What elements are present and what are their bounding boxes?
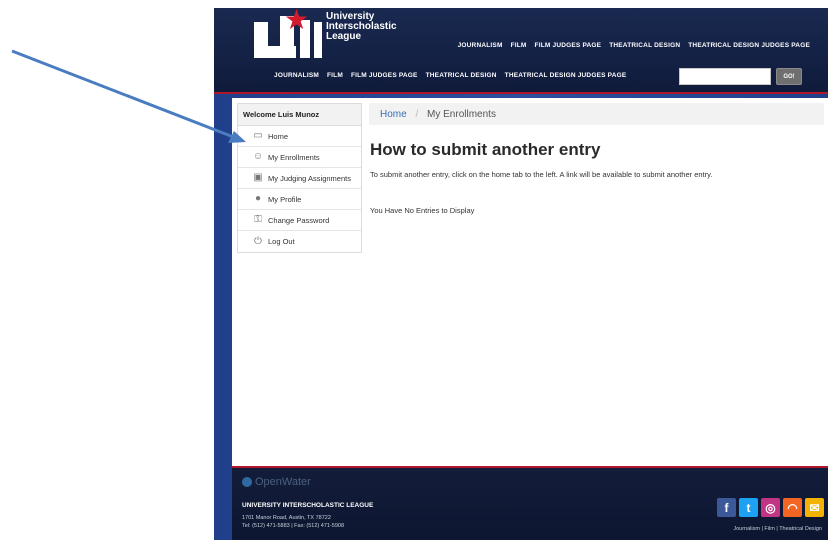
social-links: f t ◎ ◠ ✉ <box>717 498 824 517</box>
instructions-text: To submit another entry, click on the ho… <box>370 170 713 179</box>
openwater-label: OpenWater <box>255 476 311 488</box>
site-footer: OpenWater UNIVERSITY INTERSCHOLASTIC LEA… <box>232 466 828 540</box>
user-icon: ☺ <box>252 151 264 162</box>
screenshot-stage: ★ University Interscholastic League JOUR… <box>0 0 828 540</box>
sidebar-item-my-enrollments[interactable]: ☺ My Enrollments <box>238 147 361 168</box>
org-name-line: League <box>326 31 362 42</box>
main-nav-theatrical-design[interactable]: THEATRICAL DESIGN <box>426 72 497 79</box>
sidebar-item-log-out[interactable]: ⏻ Log Out <box>238 231 361 252</box>
main-nav-film-judges[interactable]: FILM JUDGES PAGE <box>351 72 418 79</box>
sidebar-item-label: My Enrollments <box>268 152 320 162</box>
sidebar: Welcome Luis Munoz ▭ Home ☺ My Enrollmen… <box>237 103 362 253</box>
main-nav-journalism[interactable]: JOURNALISM <box>274 72 319 79</box>
sidebar-item-label: My Judging Assignments <box>268 173 351 183</box>
footer-links[interactable]: Journalism | Film | Theatrical Design <box>733 526 822 532</box>
sidebar-item-change-password[interactable]: ⚿ Change Password <box>238 210 361 231</box>
footer-address: 1701 Manor Road, Austin, TX 78722 Tel: (… <box>242 514 344 530</box>
sidebar-item-label: Home <box>268 131 289 141</box>
sidebar-item-label: Change Password <box>268 215 330 225</box>
main-content: Welcome Luis Munoz ▭ Home ☺ My Enrollmen… <box>232 98 828 466</box>
facebook-icon[interactable]: f <box>717 498 736 517</box>
key-icon: ⚿ <box>254 214 262 225</box>
breadcrumb-separator: / <box>415 109 419 120</box>
power-icon: ⏻ <box>254 235 262 247</box>
openwater-logo[interactable]: OpenWater <box>242 476 311 488</box>
clipboard-icon: ▣ <box>253 172 263 183</box>
footer-org-name: UNIVERSITY INTERSCHOLASTIC LEAGUE <box>242 502 374 509</box>
top-nav-theatrical-judges[interactable]: THEATRICAL DESIGN JUDGES PAGE <box>688 42 810 49</box>
main-nav: JOURNALISM FILM FILM JUDGES PAGE THEATRI… <box>274 72 626 79</box>
home-icon: ▭ <box>253 130 263 141</box>
site-header: ★ University Interscholastic League JOUR… <box>214 8 828 94</box>
top-nav: JOURNALISM FILM FILM JUDGES PAGE THEATRI… <box>458 42 810 49</box>
logo-letter-l <box>314 22 322 58</box>
sidebar-item-home[interactable]: ▭ Home <box>238 126 361 147</box>
top-nav-film[interactable]: FILM <box>511 42 527 49</box>
top-nav-film-judges[interactable]: FILM JUDGES PAGE <box>535 42 602 49</box>
sidebar-item-label: Log Out <box>268 237 295 246</box>
footer-address-line: 1701 Manor Road, Austin, TX 78722 <box>242 515 331 521</box>
sidebar-item-my-profile[interactable]: ● My Profile <box>238 189 361 210</box>
email-icon[interactable]: ✉ <box>805 498 824 517</box>
page-title: How to submit another entry <box>370 140 601 159</box>
rss-icon[interactable]: ◠ <box>783 498 802 517</box>
top-nav-theatrical-design[interactable]: THEATRICAL DESIGN <box>609 42 680 49</box>
site-frame: ★ University Interscholastic League JOUR… <box>214 8 828 540</box>
search-input[interactable] <box>679 68 771 85</box>
logo-star-icon: ★ <box>284 8 310 35</box>
top-nav-journalism[interactable]: JOURNALISM <box>458 42 503 49</box>
sidebar-item-my-judging-assignments[interactable]: ▣ My Judging Assignments <box>238 168 361 189</box>
breadcrumb-home-link[interactable]: Home <box>380 109 407 120</box>
instagram-icon[interactable]: ◎ <box>761 498 780 517</box>
footer-contact-line: Tel: (512) 471-5883 | Fax: (512) 471-590… <box>242 523 345 529</box>
openwater-icon <box>242 477 252 487</box>
profile-icon: ● <box>254 193 262 204</box>
sidebar-item-label: My Profile <box>268 194 302 204</box>
welcome-heading: Welcome Luis Munoz <box>238 104 361 126</box>
breadcrumb-current: My Enrollments <box>427 109 496 120</box>
empty-entries-message: You Have No Entries to Display <box>370 206 475 215</box>
breadcrumb: Home / My Enrollments <box>369 103 824 125</box>
arrow-shaft <box>11 49 237 140</box>
search-go-button[interactable]: GO! <box>776 68 802 85</box>
main-nav-theatrical-judges[interactable]: THEATRICAL DESIGN JUDGES PAGE <box>505 72 627 79</box>
main-nav-film[interactable]: FILM <box>327 72 343 79</box>
twitter-icon[interactable]: t <box>739 498 758 517</box>
org-name: University Interscholastic League <box>326 12 436 42</box>
